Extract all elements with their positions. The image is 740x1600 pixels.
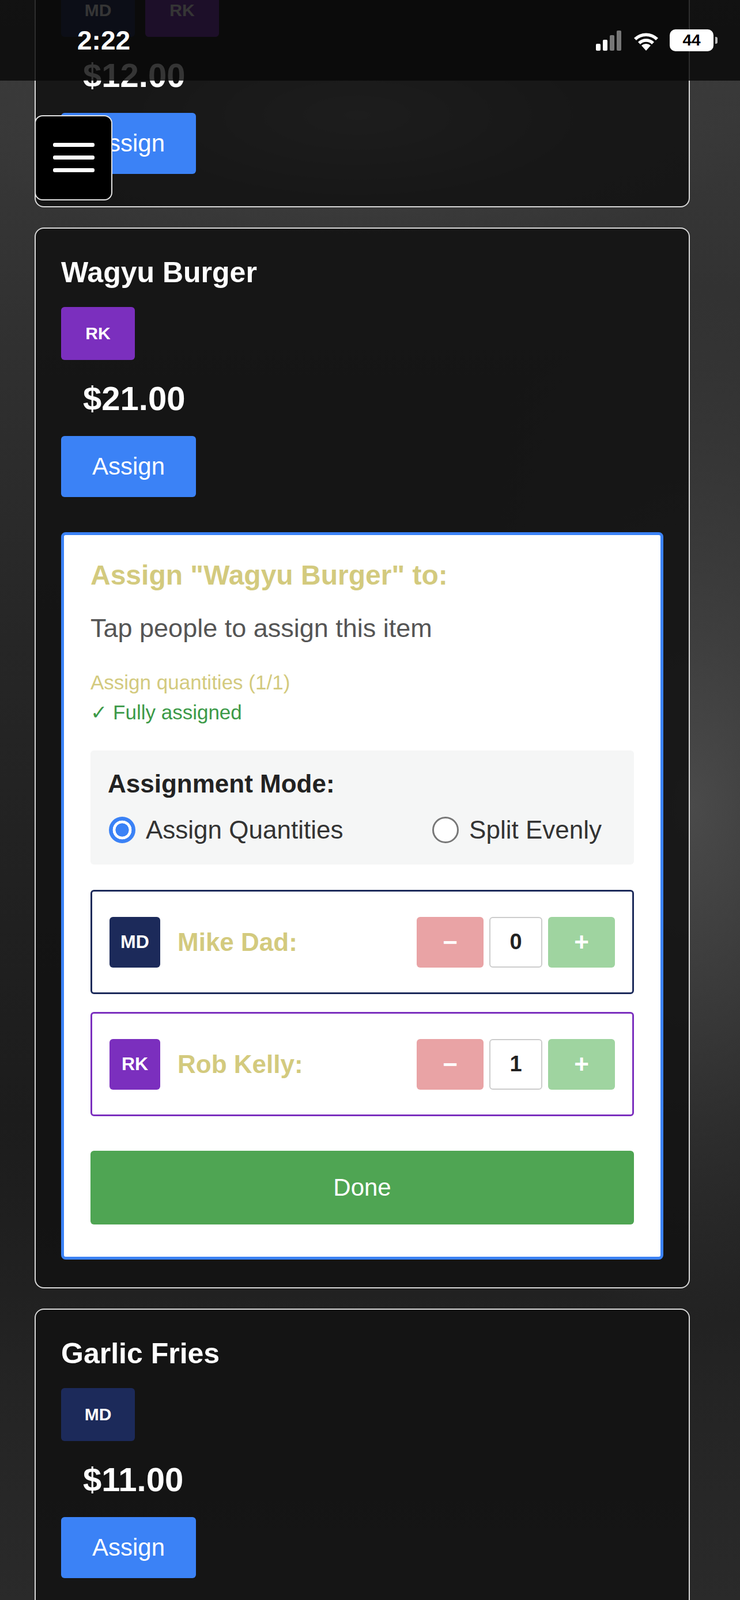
menu-icon [51, 140, 96, 176]
person-name: Mike Dad: [177, 928, 400, 958]
battery-icon: 44 [669, 29, 714, 52]
item-name: Wagyu Burger [61, 255, 258, 290]
person-avatar: MD [109, 917, 161, 969]
item-name: Garlic Fries [61, 1337, 220, 1372]
assignee-badges: RK [61, 307, 135, 361]
quantity-value[interactable]: 0 [489, 917, 543, 969]
menu-button[interactable] [34, 115, 113, 201]
screen: MDRK$12.00AssignWagyu BurgerRK$21.00Assi… [0, 0, 740, 1600]
plus-button[interactable]: + [548, 1039, 615, 1091]
person-avatar: RK [109, 1039, 161, 1091]
item-price: $21.00 [61, 379, 185, 419]
mode-option[interactable]: Assign Quantities [108, 815, 343, 846]
quantity-value[interactable]: 1 [489, 1039, 543, 1091]
assign-panel: Assign "Wagyu Burger" to: Tap people to a… [61, 532, 664, 1261]
mode-option-label: Split Evenly [469, 815, 602, 846]
wifi-icon [632, 29, 660, 51]
status-time: 2:22 [77, 24, 131, 56]
plus-button[interactable]: + [548, 917, 615, 969]
item-price: $11.00 [61, 1460, 184, 1501]
mode-label: Assignment Mode: [107, 769, 617, 800]
quantity-stepper: −1+ [416, 1039, 615, 1091]
status-icons: 44 [594, 29, 717, 52]
assign-button[interactable]: Assign [61, 436, 196, 498]
signal-icon [594, 29, 623, 51]
status-bar: 2:22 44 [0, 0, 740, 81]
panel-hint: Tap people to assign this item [90, 612, 634, 645]
item-list: MDRK$12.00AssignWagyu BurgerRK$21.00Assi… [0, 0, 740, 1600]
minus-button[interactable]: − [416, 917, 484, 969]
person-row[interactable]: RKRob Kelly:−1+ [90, 1012, 634, 1117]
mode-box: Assignment Mode: Assign Quantities Split E… [90, 750, 634, 866]
assignee-badge: RK [61, 307, 135, 361]
mode-option[interactable]: Split Evenly [432, 815, 602, 846]
assign-button[interactable]: Assign [61, 1518, 196, 1580]
mode-options: Assign Quantities Split Evenly [107, 815, 617, 846]
assignee-badge: MD [61, 1388, 135, 1442]
done-button[interactable]: Done [90, 1151, 634, 1226]
quantity-stepper: −0+ [416, 917, 615, 969]
radio-button[interactable] [108, 817, 136, 844]
assignee-badges: MD [61, 1388, 135, 1442]
assign-status: ✓ Fully assigned [90, 700, 634, 726]
assign-progress: Assign quantities (1/1) [90, 670, 634, 696]
item-card: Wagyu Burger RK $21.00 Assign Assign "Wagyu … [34, 227, 690, 1290]
people-list: MDMike Dad:−0+RKRob Kelly:−1+ [90, 890, 634, 1117]
person-name: Rob Kelly: [177, 1050, 400, 1080]
item-card: Garlic Fries MD $11.00 Assign [34, 1309, 690, 1600]
person-row[interactable]: MDMike Dad:−0+ [90, 890, 634, 995]
mode-option-label: Assign Quantities [145, 815, 343, 846]
panel-title: Assign "Wagyu Burger" to: [90, 558, 634, 594]
minus-button[interactable]: − [416, 1039, 484, 1091]
radio-button[interactable] [432, 817, 459, 844]
